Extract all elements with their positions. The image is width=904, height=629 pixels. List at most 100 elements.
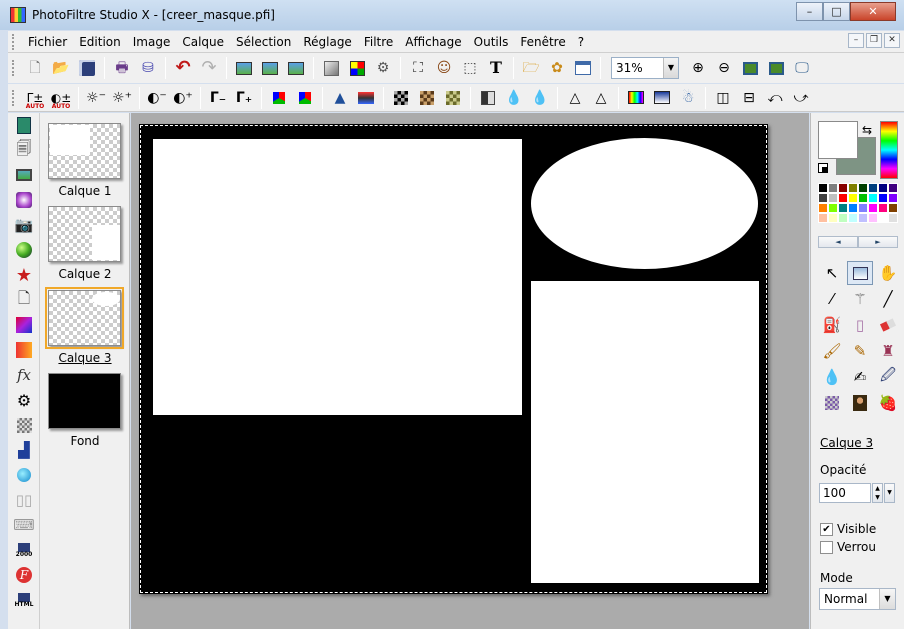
magic-wand-icon[interactable]: ⚚ [847,287,873,311]
gamma-down-icon[interactable]: Γ₋ [206,86,230,110]
paint-bucket-icon[interactable]: ⛽ [819,313,845,337]
doc-restore-button[interactable]: ❐ [866,33,882,48]
crop-selection-icon[interactable]: ⬚ [458,56,482,80]
palette-swatch[interactable] [818,213,828,223]
gamma-up-icon[interactable]: Γ₊ [232,86,256,110]
web-icon[interactable] [12,463,36,487]
zoom-in-icon[interactable]: ⊕ [686,56,710,80]
menu-reglage[interactable]: Réglage [297,32,358,52]
check-icon[interactable]: ✔ [820,522,833,536]
grayscale-icon[interactable] [389,86,413,110]
palette-swatch[interactable] [858,193,868,203]
sharpen-icon[interactable]: ▲ [328,86,352,110]
palette-swatch[interactable] [848,193,858,203]
paste-image-icon[interactable] [258,56,282,80]
palette-swatch[interactable] [838,193,848,203]
sky-icon[interactable]: ☃ [676,86,700,110]
gradient-icon[interactable] [319,56,343,80]
finger-icon[interactable]: ✍ [847,365,873,389]
palette-prev-icon[interactable]: ◄ [818,236,858,248]
hand-icon[interactable]: ✋ [875,261,901,285]
reset-colors-icon[interactable] [818,163,828,173]
visible-checkbox[interactable]: ✔ Visible [820,522,876,536]
palette-swatch[interactable] [818,183,828,193]
camera-icon[interactable]: 📷 [12,213,36,237]
palette-swatch[interactable] [838,183,848,193]
palette-swatch[interactable] [828,203,838,213]
palette-swatch[interactable] [878,213,888,223]
layer-item-calque-3[interactable]: Calque 3 [45,287,124,365]
opacity-input[interactable]: 100 [819,483,871,503]
fit-window-icon[interactable] [764,56,788,80]
menu-affichage[interactable]: Affichage [399,32,467,52]
transparency-icon[interactable]: ⛶ [406,56,430,80]
blur-drop-icon[interactable]: 💧 [819,365,845,389]
lock-checkbox[interactable]: Verrou [820,540,876,554]
hue-icon[interactable] [624,86,648,110]
layer-manager-icon[interactable] [847,261,873,285]
strawberry-icon[interactable]: 🍓 [875,391,901,415]
sharpen-more-icon[interactable]: △ [563,86,587,110]
palette-swatch[interactable] [878,193,888,203]
menu-image[interactable]: Image [127,32,177,52]
layer-item-calque-2[interactable]: Calque 2 [46,206,124,281]
save-2000-icon[interactable]: 2000 [12,538,36,562]
palette-swatch[interactable] [868,203,878,213]
line-icon[interactable]: ╱ [875,287,901,311]
opacity-dropdown-icon[interactable]: ▼ [884,483,895,503]
font-icon[interactable]: F [12,563,36,587]
contrast-down-icon[interactable]: ◐⁻ [145,86,169,110]
auto-contrast-icon[interactable]: ◐± AUTO [49,86,73,110]
palette-swatch[interactable] [828,183,838,193]
sharpen-strong-icon[interactable]: △ [589,86,613,110]
palette-swatch[interactable] [838,213,848,223]
palette-swatch[interactable] [888,203,898,213]
palette-swatch[interactable] [868,213,878,223]
minimize-button[interactable]: – [796,2,823,21]
color-spectrum[interactable] [880,121,898,179]
palette-swatch[interactable] [878,203,888,213]
menu-edition[interactable]: Edition [73,32,127,52]
new-file-icon[interactable]: 🗋 [23,56,47,80]
mosaic-icon[interactable]: ⚙ [12,388,36,412]
image-canvas[interactable] [139,124,768,594]
automate-icon[interactable]: ⚙ [371,56,395,80]
orange-gradient-icon[interactable] [12,338,36,362]
rotate-left-icon[interactable]: ⤺ [763,86,787,110]
clone-icon[interactable]: 🖉 [875,365,901,389]
copy-image-icon[interactable] [232,56,256,80]
palette-next-icon[interactable]: ► [858,236,898,248]
actual-size-icon[interactable] [738,56,762,80]
image-list-icon[interactable]: 🗐 [12,138,36,162]
chevron-down-icon[interactable]: ▼ [879,589,895,609]
keyboard-icon[interactable]: ⌨ [12,513,36,537]
maximize-button[interactable]: □ [823,2,850,21]
advanced-brush-icon[interactable]: ✎ [847,339,873,363]
browser-icon[interactable]: 🗁 [519,56,543,80]
scan-icon[interactable]: ⛁ [136,56,160,80]
print-icon[interactable]: 🖶 [110,56,134,80]
sepia-icon[interactable] [415,86,439,110]
menu-selection[interactable]: Sélection [230,32,297,52]
zoom-select[interactable]: 31% ▼ [611,57,679,79]
color-palette-icon[interactable] [345,56,369,80]
undo-icon[interactable]: ↶ [171,56,195,80]
menu-calque[interactable]: Calque [176,32,230,52]
rotate-right-icon[interactable]: ⤻ [789,86,813,110]
close-button[interactable]: ✕ [850,2,896,21]
blur-more-icon[interactable]: 💧 [528,86,552,110]
palette-swatch[interactable] [828,193,838,203]
save-icon[interactable] [75,56,99,80]
paste-new-image-icon[interactable] [284,56,308,80]
flip-vertical-icon[interactable]: ⊟ [737,86,761,110]
brightness-down-icon[interactable]: ☼⁻ [84,86,108,110]
active-layer-name[interactable]: Calque 3 [820,436,873,450]
palette-swatch[interactable] [888,193,898,203]
menu-outils[interactable]: Outils [468,32,515,52]
star-icon[interactable]: ★ [12,263,36,287]
blur-icon[interactable]: 💧 [502,86,526,110]
palette-swatch[interactable] [888,183,898,193]
window-icon[interactable] [571,56,595,80]
doc-close-button[interactable]: ✕ [884,33,900,48]
foreground-color[interactable] [818,121,858,159]
